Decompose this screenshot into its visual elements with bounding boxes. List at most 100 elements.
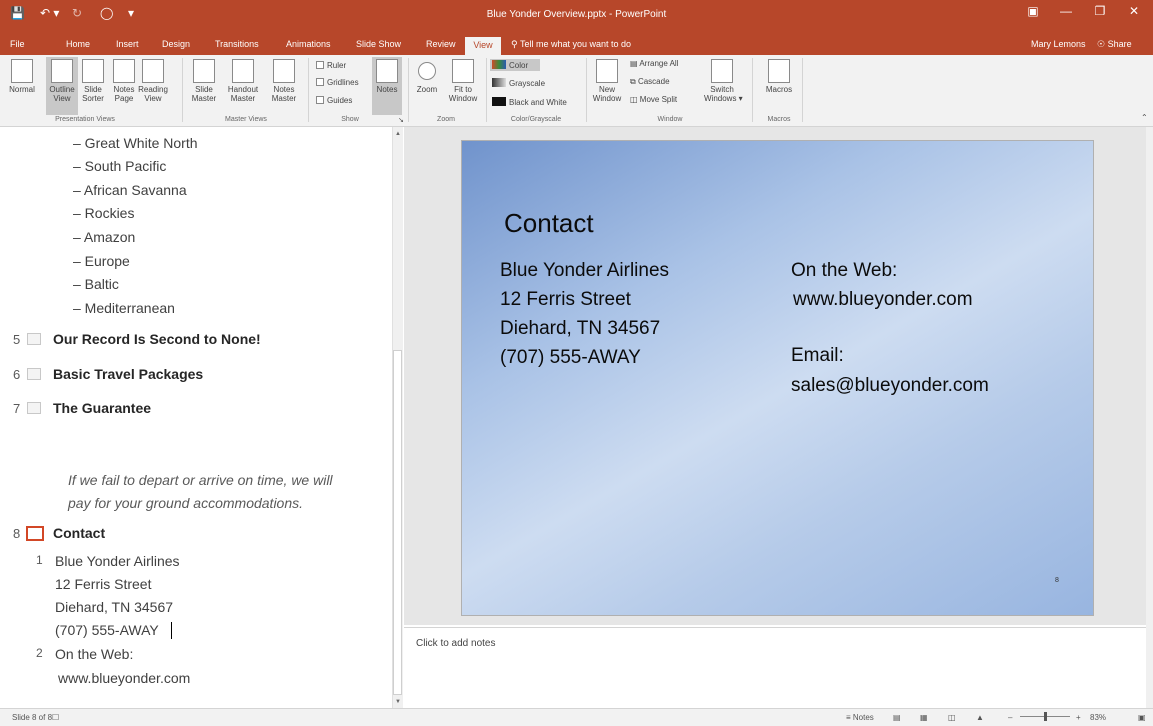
outline-bullet[interactable]: – Europe	[73, 253, 130, 269]
outline-bullet[interactable]: – Baltic	[73, 276, 119, 292]
scroll-up-icon[interactable]: ▲	[395, 131, 401, 137]
outline-scrollbar-thumb[interactable]	[393, 350, 402, 695]
slide-icon[interactable]	[27, 333, 41, 345]
zoom-slider-thumb[interactable]	[1044, 712, 1047, 721]
slide-title-5[interactable]: Our Record Is Second to None!	[53, 331, 261, 347]
slide-icon[interactable]	[27, 368, 41, 380]
macros-button[interactable]: Macros	[762, 59, 796, 94]
slide-left-line[interactable]: (707) 555-AWAY	[500, 347, 641, 369]
notes-master-button[interactable]: Notes Master	[268, 59, 300, 103]
outline-line-with-cursor[interactable]: (707) 555-AWAY	[55, 622, 159, 638]
black-and-white-button[interactable]: Black and White	[492, 97, 567, 107]
slideshow-status-icon[interactable]: ▲	[976, 713, 984, 722]
reading-view-button[interactable]: Reading View	[138, 59, 168, 103]
outline-view-button[interactable]: Outline View	[46, 57, 78, 115]
outline-pane[interactable]: – Great White North – South Pacific – Af…	[0, 127, 390, 708]
reading-label-2: View	[144, 94, 162, 103]
slide-right-line[interactable]: www.blueyonder.com	[793, 289, 973, 311]
slide-title-8[interactable]: Contact	[53, 525, 105, 541]
zoom-out-icon[interactable]: –	[1008, 713, 1012, 722]
color-button[interactable]: Color	[490, 59, 541, 71]
outline-bullet[interactable]: – Rockies	[73, 205, 134, 221]
notes-toggle-button[interactable]: Notes	[372, 57, 402, 115]
fit-slide-icon[interactable]: ▣	[1138, 713, 1146, 722]
slide-right-line[interactable]: Email:	[791, 345, 844, 367]
slide-right-line[interactable]: On the Web:	[791, 260, 897, 282]
handout-master-button[interactable]: Handout Master	[226, 59, 260, 103]
tab-insert[interactable]: Insert	[116, 39, 139, 49]
switch-windows-button[interactable]: Switch Windows ▾	[704, 59, 743, 103]
outline-bullet[interactable]: – South Pacific	[73, 158, 166, 174]
new-window-label-2: Window	[592, 94, 622, 103]
user-name[interactable]: Mary Lemons	[1031, 39, 1086, 49]
outline-bullet[interactable]: – Amazon	[73, 229, 135, 245]
outline-line[interactable]: 12 Ferris Street	[55, 576, 151, 592]
share-label: Share	[1107, 39, 1132, 49]
tab-slide-show[interactable]: Slide Show	[356, 39, 401, 49]
outline-line[interactable]: Diehard, TN 34567	[55, 599, 173, 615]
slide-left-line[interactable]: Diehard, TN 34567	[500, 318, 660, 340]
tab-file[interactable]: File	[10, 39, 25, 49]
zoom-in-icon[interactable]: +	[1076, 713, 1081, 722]
collapse-ribbon-icon[interactable]: ⌃	[1141, 113, 1148, 122]
arrange-all-button[interactable]: ▤ Arrange All	[630, 59, 678, 68]
outline-line[interactable]: On the Web:	[55, 646, 133, 662]
notes-pane[interactable]	[404, 627, 1146, 708]
gridlines-checkbox[interactable]: Gridlines	[316, 78, 359, 87]
minimize-icon[interactable]: —	[1056, 4, 1076, 18]
show-dialog-launcher-icon[interactable]: ↘	[398, 116, 404, 124]
slide-title[interactable]: Contact	[504, 208, 594, 239]
guarantee-text-line[interactable]: pay for your ground accommodations.	[68, 495, 303, 511]
ribbon-display-icon[interactable]: ▣	[1023, 4, 1043, 18]
tab-transitions[interactable]: Transitions	[215, 39, 259, 49]
new-window-button[interactable]: New Window	[590, 59, 624, 103]
handout-master-label-2: Master	[230, 94, 256, 103]
tell-me-search[interactable]: ⚲ Tell me what you want to do	[511, 39, 631, 50]
normal-view-status-icon[interactable]: ▤	[893, 713, 901, 722]
close-icon[interactable]: ✕	[1124, 4, 1144, 18]
notes-page-button[interactable]: Notes Page	[112, 59, 136, 103]
handout-master-label: Handout	[227, 85, 259, 94]
outline-line[interactable]: www.blueyonder.com	[58, 670, 190, 686]
reading-view-status-icon[interactable]: ◫	[948, 713, 956, 722]
slide-left-line[interactable]: Blue Yonder Airlines	[500, 260, 669, 282]
tab-review[interactable]: Review	[426, 39, 456, 49]
slide-title-7[interactable]: The Guarantee	[53, 400, 151, 416]
slide-right-line[interactable]: sales@blueyonder.com	[791, 375, 989, 397]
slide-master-button[interactable]: Slide Master	[190, 59, 218, 103]
fit-to-window-button[interactable]: Fit to Window	[446, 59, 480, 103]
slide-title-6[interactable]: Basic Travel Packages	[53, 366, 203, 382]
zoom-button[interactable]: Zoom	[414, 59, 440, 94]
slide-scrollbar[interactable]	[1146, 127, 1153, 708]
tab-design[interactable]: Design	[162, 39, 190, 49]
arrange-all-icon: ▤	[630, 59, 640, 68]
spell-check-icon[interactable]: ☐	[52, 713, 59, 722]
tab-home[interactable]: Home	[66, 39, 90, 49]
grayscale-button[interactable]: Grayscale	[492, 78, 545, 88]
scroll-down-icon[interactable]: ▼	[395, 699, 401, 705]
outline-line[interactable]: Blue Yonder Airlines	[55, 553, 180, 569]
slide-sorter-button[interactable]: Slide Sorter	[80, 59, 106, 103]
normal-view-button[interactable]: Normal	[6, 59, 38, 94]
zoom-level[interactable]: 83%	[1090, 713, 1106, 722]
ruler-checkbox[interactable]: Ruler	[316, 61, 346, 70]
slide-left-line[interactable]: 12 Ferris Street	[500, 289, 631, 311]
outline-bullet[interactable]: – Mediterranean	[73, 300, 175, 316]
tab-view[interactable]: View	[465, 37, 501, 55]
share-button[interactable]: ☉ Share	[1097, 39, 1132, 50]
outline-bullet[interactable]: – Great White North	[73, 135, 198, 151]
outline-bullet[interactable]: – African Savanna	[73, 182, 187, 198]
notes-status-button[interactable]: ≡ Notes	[846, 713, 874, 722]
guarantee-text-line[interactable]: If we fail to depart or arrive on time, …	[68, 472, 333, 488]
maximize-icon[interactable]: ❐	[1090, 4, 1110, 18]
slide-sorter-status-icon[interactable]: ▦	[920, 713, 928, 722]
notes-placeholder[interactable]: Click to add notes	[416, 638, 496, 649]
sorter-label: Slide	[84, 85, 102, 94]
slide-canvas[interactable]: Contact Blue Yonder Airlines 12 Ferris S…	[461, 140, 1094, 616]
slide-icon[interactable]	[27, 402, 41, 414]
move-split-button[interactable]: ◫ Move Split	[630, 95, 677, 104]
current-slide-icon[interactable]	[26, 526, 44, 541]
tab-animations[interactable]: Animations	[286, 39, 331, 49]
guides-checkbox[interactable]: Guides	[316, 96, 352, 105]
cascade-button[interactable]: ⧉ Cascade	[630, 77, 670, 87]
